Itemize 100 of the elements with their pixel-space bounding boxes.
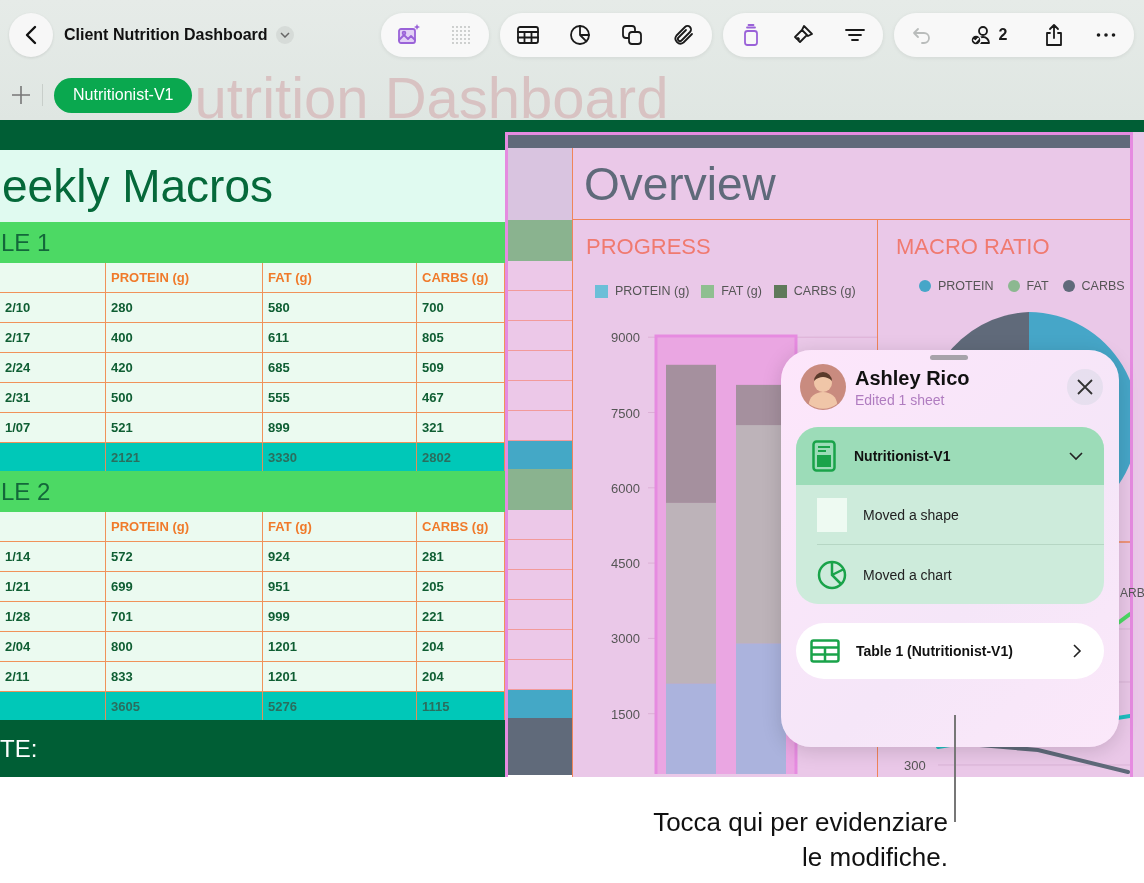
table-cell: 467: [417, 383, 505, 413]
legend-label: PROTEIN: [938, 279, 994, 293]
legend-swatch: [595, 284, 608, 298]
section-title: LE 1: [0, 222, 505, 263]
table-cell: 2/04: [0, 632, 106, 662]
change-item[interactable]: Moved a chart: [796, 545, 1104, 604]
total-cell: 2121: [106, 443, 263, 471]
back-button[interactable]: [9, 13, 53, 57]
avatar-icon: [800, 364, 846, 410]
edit-summary: Edited 1 sheet: [855, 391, 946, 408]
sheet-row[interactable]: Nutritionist-V1: [796, 427, 1104, 485]
table-cell: 699: [106, 572, 263, 602]
legend-label: PROTEIN (g): [615, 284, 690, 298]
chart-title: PROGRESS: [585, 233, 712, 260]
column-header: PROTEIN (g): [106, 263, 263, 293]
table-cell: 611: [263, 323, 417, 353]
total-cell: 3605: [106, 692, 263, 720]
table-cell: [508, 441, 572, 469]
legend-label: FAT: [1026, 279, 1049, 293]
table-cell: [508, 718, 572, 775]
axis-label: 1500: [611, 706, 640, 722]
table-cell: 221: [417, 602, 505, 632]
table-cell: 280: [106, 293, 263, 323]
axis-label: 9000: [611, 330, 640, 346]
column-header: FAT (g): [263, 263, 417, 293]
table-cell: 555: [263, 383, 417, 413]
dot-grid-icon: [449, 23, 473, 47]
table-cell: 1/14: [0, 542, 106, 572]
table-cell: [508, 469, 572, 510]
table-cell: [508, 148, 572, 220]
overview-title: Overview: [584, 156, 776, 211]
table-icon: [516, 23, 540, 47]
title-menu-button[interactable]: [275, 26, 294, 44]
column-header: FAT (g): [263, 512, 417, 542]
close-button[interactable]: [1067, 369, 1103, 405]
table-cell: 500: [106, 383, 263, 413]
collaborate-button[interactable]: 2: [948, 13, 1028, 57]
table-link[interactable]: Table 1 (Nutritionist-V1): [796, 623, 1104, 679]
callout-text: Tocca qui per evidenziare le modifiche.: [653, 806, 948, 874]
total-cell: 5276: [263, 692, 417, 720]
axis-label: 3000: [611, 631, 640, 647]
document-title: Client Nutrition Dashboard: [64, 26, 268, 44]
column-header: CARBS (g): [417, 263, 505, 293]
table-cell: 509: [417, 353, 505, 383]
legend-label: CARBS: [1081, 279, 1125, 293]
total-cell: 2802: [417, 443, 505, 471]
paperclip-icon: [672, 23, 696, 47]
plus-icon: [11, 85, 31, 105]
total-cell: 1115: [417, 692, 505, 720]
table-cell: 420: [106, 353, 263, 383]
legend-label: ARB: [1120, 586, 1144, 600]
section-title: LE 2: [0, 471, 505, 512]
table-cell: 951: [263, 572, 417, 602]
axis-label: 7500: [611, 405, 640, 421]
shape-thumbnail-icon: [817, 497, 847, 532]
axis-label: 300: [904, 758, 926, 773]
legend-label: FAT (g): [721, 284, 762, 298]
column-header: PROTEIN (g): [106, 512, 263, 542]
table-cell: 700: [417, 293, 505, 323]
add-sheet-button[interactable]: [9, 83, 33, 107]
table-cell: 1201: [263, 632, 417, 662]
table-cell: 805: [417, 323, 505, 353]
table-cell: [508, 220, 572, 261]
table-cell: 572: [106, 542, 263, 572]
table-cell: 924: [263, 542, 417, 572]
footer-label: TE:: [0, 720, 505, 777]
table-cell: [508, 690, 572, 718]
table-cell: 1/21: [0, 572, 106, 602]
table-cell: 800: [106, 632, 263, 662]
table-cell: 205: [417, 572, 505, 602]
legend-label: CARBS (g): [793, 284, 856, 298]
close-icon: [1076, 378, 1094, 396]
axis-label: 6000: [611, 480, 640, 496]
change-item[interactable]: Moved a shape: [796, 485, 1104, 544]
table-cell: 685: [263, 353, 417, 383]
axis-label: 4500: [611, 556, 640, 572]
image-sparkle-icon: [397, 23, 421, 47]
table-cell: 2/31: [0, 383, 106, 413]
legend-swatch: [773, 284, 787, 298]
person-check-icon: [968, 23, 993, 47]
more-icon: [1094, 32, 1118, 38]
sheet-icon: [812, 440, 836, 472]
chevron-right-icon: [1072, 643, 1082, 659]
chevron-down-icon: [279, 32, 290, 38]
table-cell: 2/24: [0, 353, 106, 383]
legend-swatch: [701, 284, 715, 298]
table-icon: [810, 639, 840, 663]
user-name: Ashley Rico: [855, 366, 970, 390]
table-cell: 999: [263, 602, 417, 632]
column-header: CARBS (g): [417, 512, 505, 542]
chart-title: MACRO RATIO: [895, 233, 1051, 260]
table-cell: 281: [417, 542, 505, 572]
pie-chart-icon: [568, 23, 592, 47]
table-cell: 1/28: [0, 602, 106, 632]
table-cell: 204: [417, 632, 505, 662]
table-cell: 580: [263, 293, 417, 323]
table-cell: 2/17: [0, 323, 106, 353]
drag-handle[interactable]: [930, 355, 968, 360]
table-cell: 701: [106, 602, 263, 632]
table-cell: 400: [106, 323, 263, 353]
